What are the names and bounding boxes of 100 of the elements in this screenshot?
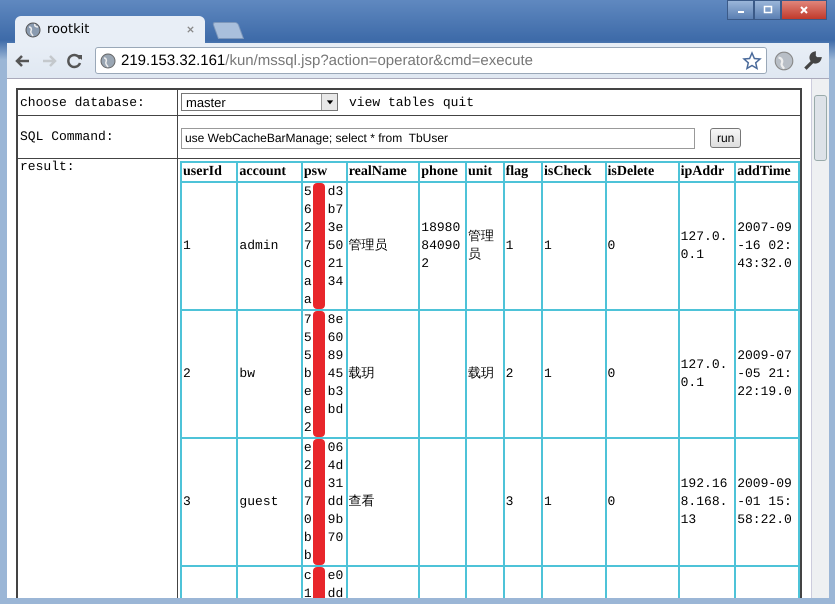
table-cell-text: 2 xyxy=(304,218,312,236)
table-cell-text: 9b xyxy=(328,510,344,528)
field-label: choose database: xyxy=(20,94,145,110)
table-cell: guest xyxy=(239,494,278,508)
table-cell-text: 70 xyxy=(328,528,344,546)
table-cell: 192.168.168.13 xyxy=(680,476,728,526)
table-cell-text: e xyxy=(304,438,312,456)
table-cell-text: 7 xyxy=(304,492,312,510)
field-label: SQL Command: xyxy=(20,129,114,144)
table-cell: 0 xyxy=(608,494,616,508)
column-header: userId xyxy=(181,162,238,182)
new-tab-button[interactable] xyxy=(212,22,244,39)
table-cell-text: e xyxy=(304,400,312,418)
table-cell-text: 89 xyxy=(328,346,344,364)
table-cell: 18980840902 xyxy=(421,220,460,270)
run-button[interactable]: run xyxy=(710,128,742,148)
table-cell: 2 xyxy=(183,366,191,380)
link[interactable]: view tables xyxy=(349,94,435,110)
table-cell: 2 xyxy=(506,366,514,380)
table-cell-text: a xyxy=(304,272,312,290)
reload-icon[interactable] xyxy=(65,50,85,70)
table-cell: 管理员 xyxy=(348,238,388,252)
globe-icon[interactable] xyxy=(773,50,795,72)
table-cell-text: bd xyxy=(328,400,344,418)
table-cell: 0 xyxy=(608,366,616,380)
table-cell-text: b xyxy=(304,546,312,564)
table-cell-text: b7 xyxy=(328,200,344,218)
table-cell: 127.0.0.1 xyxy=(680,228,728,262)
column-header: realName xyxy=(346,162,420,182)
column-header: isDelete xyxy=(606,162,679,182)
caret-icon xyxy=(326,98,334,106)
table-cell-text: 50 xyxy=(328,236,344,254)
table-cell-text: d3 xyxy=(328,182,344,200)
close-tab-icon[interactable] xyxy=(186,25,195,34)
table-cell: admin xyxy=(239,238,278,252)
maximize-icon xyxy=(762,5,772,15)
close-button[interactable] xyxy=(781,0,827,20)
sql-command-field[interactable]: use WebCacheBarManage; select * from TbUser xyxy=(181,128,695,148)
table-cell: 3 xyxy=(506,494,514,508)
table-cell: 管理员 xyxy=(468,228,494,262)
table-cell: 3 xyxy=(183,494,191,508)
table-cell-text: dd xyxy=(328,584,344,598)
table-cell-text: d xyxy=(304,474,312,492)
column-header: phone xyxy=(419,162,466,182)
column-header: flag xyxy=(504,162,542,182)
column-header: account xyxy=(237,162,302,182)
scrollbar-thumb[interactable] xyxy=(814,95,827,161)
globe-icon xyxy=(100,52,116,68)
table-cell: 1 xyxy=(183,238,191,252)
browser-tab[interactable]: rootkit xyxy=(15,16,205,43)
table-cell: 1 xyxy=(544,494,552,508)
field-label: result: xyxy=(20,158,75,174)
link[interactable]: quit xyxy=(442,94,474,110)
table-cell-text: 45 xyxy=(328,364,344,382)
table-cell-text: 5 xyxy=(304,328,312,346)
maximize-button[interactable] xyxy=(754,0,781,20)
table-cell-text: 1 xyxy=(304,584,312,598)
table-cell-text: 21 xyxy=(328,254,344,272)
table-cell: 1 xyxy=(544,366,552,380)
table-cell-text: 2 xyxy=(304,456,312,474)
table-cell-text: dd xyxy=(328,492,344,510)
table-cell-text: c xyxy=(304,254,312,272)
table-cell-text: 8e xyxy=(328,310,344,328)
table-cell-text: b xyxy=(304,364,312,382)
table-cell-text: e0 xyxy=(328,566,344,584)
table-cell-text: 06 xyxy=(328,438,344,456)
table-cell-text: 2 xyxy=(304,418,312,436)
star-icon[interactable] xyxy=(742,50,762,70)
scrollbar[interactable] xyxy=(811,79,829,598)
table-cell: 载玥 xyxy=(348,366,375,380)
database-dropdown[interactable]: master xyxy=(181,93,338,112)
table-cell: 127.0.0.1 xyxy=(680,356,728,390)
table-cell-text: 34 xyxy=(328,272,344,290)
column-header: isCheck xyxy=(542,162,606,182)
table-cell: 2009-09-01 15:58:22.0 xyxy=(737,476,792,526)
table-cell-text: 6 xyxy=(304,200,312,218)
table-cell-text: 5 xyxy=(304,182,312,200)
table-cell: 1 xyxy=(506,238,514,252)
table-cell-text: 7 xyxy=(304,310,312,328)
globe-icon xyxy=(25,22,41,38)
table-cell-text: 0 xyxy=(304,510,312,528)
table-cell: 载玥 xyxy=(468,366,494,380)
close-icon xyxy=(799,5,809,15)
table-cell-text: 4d xyxy=(328,456,344,474)
table-cell: 查看 xyxy=(348,494,375,508)
minimize-button[interactable] xyxy=(727,0,754,20)
table-cell-text: 60 xyxy=(328,328,344,346)
table-cell-text: e xyxy=(304,382,312,400)
table-cell: 1 xyxy=(544,238,552,252)
table-cell: 0 xyxy=(608,238,616,252)
column-header: addTime xyxy=(735,162,799,182)
column-header: ipAddr xyxy=(678,162,736,182)
table-cell-text: 3e xyxy=(328,218,344,236)
table-cell-text: 31 xyxy=(328,474,344,492)
address-bar[interactable]: 219.153.32.161/kun/mssql.jsp?action=operator&cmd=execute xyxy=(95,47,767,74)
column-header: unit xyxy=(466,162,504,182)
table-cell: 2007-09-16 02:43:32.0 xyxy=(737,220,792,270)
table-cell-text: c xyxy=(304,566,312,584)
table-cell-text: a xyxy=(304,290,312,308)
table-cell: 2009-07-05 21:22:19.0 xyxy=(737,348,792,398)
